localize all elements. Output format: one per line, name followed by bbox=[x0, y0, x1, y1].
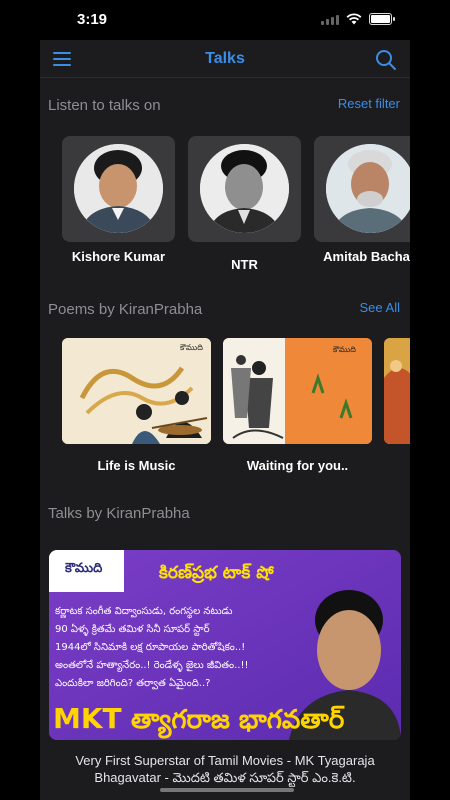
talker-card-ntr[interactable]: NTR bbox=[188, 136, 301, 273]
poem-illustration bbox=[384, 338, 410, 444]
navigation-bar: Talks bbox=[40, 40, 410, 78]
talker-name: Kishore Kumar bbox=[71, 249, 166, 264]
poem-artwork: కౌముది bbox=[62, 338, 211, 444]
talker-photo-card bbox=[314, 136, 410, 242]
poem-title: Waiting for you.. bbox=[246, 458, 349, 473]
talks-section-title: Talks by KiranPrabha bbox=[48, 505, 190, 522]
talker-name: Amitab Bachan bbox=[323, 249, 410, 264]
banner-line: 90 ఏళ్ళ క్రితమే తమిళ సినీ సూపర్ స్టార్ bbox=[55, 623, 210, 636]
featured-talk-caption[interactable]: Very First Superstar of Tamil Movies - M… bbox=[60, 752, 390, 786]
featured-talk-artwork: కౌముది కిరణ్‌ప్రభ టాక్ షో కర్ణాటక సంగీత … bbox=[49, 550, 401, 740]
home-indicator[interactable] bbox=[160, 788, 294, 792]
talker-avatar bbox=[200, 144, 289, 233]
reset-filter-button[interactable]: Reset filter bbox=[338, 96, 400, 111]
see-all-button[interactable]: See All bbox=[360, 300, 400, 315]
talker-avatar bbox=[326, 144, 410, 233]
status-bar: 3:19 bbox=[0, 0, 450, 40]
banner-show-title: కిరణ్‌ప్రభ టాక్ షో bbox=[158, 563, 275, 584]
poem-card-life-is-music[interactable]: కౌముది Life is Music bbox=[62, 338, 211, 473]
poem-card-partial[interactable] bbox=[384, 338, 410, 444]
app-screen: Talks Listen to talks on Reset filter Ki… bbox=[40, 40, 410, 800]
portrait-illustration bbox=[200, 144, 289, 233]
banner-masthead: కౌముది bbox=[64, 561, 102, 576]
page-title: Talks bbox=[205, 50, 245, 67]
talker-photo-card bbox=[62, 136, 175, 242]
talker-card-amitab-bachan[interactable]: Amitab Bachan bbox=[314, 136, 410, 265]
status-time: 3:19 bbox=[77, 11, 108, 28]
status-icons bbox=[321, 13, 395, 25]
poem-masthead: కౌముది bbox=[333, 345, 356, 354]
battery-icon bbox=[369, 13, 395, 25]
banner-name-te: త్యాగరాజ భాగవతార్ bbox=[131, 705, 345, 739]
portrait-illustration bbox=[74, 144, 163, 233]
poems-section-title: Poems by KiranPrabha bbox=[48, 301, 203, 318]
portrait-illustration bbox=[326, 144, 410, 233]
banner-line: అంతలోనే హత్యానేరం..! రెండేళ్ళ జైలు జీవిత… bbox=[55, 659, 249, 672]
cellular-signal-icon bbox=[321, 14, 339, 25]
poem-title: Life is Music bbox=[97, 458, 176, 473]
banner-line: కర్ణాటక సంగీత విద్వాంసుడు, రంగస్థల నటుడు bbox=[55, 605, 233, 619]
banner-line: 1944లో సినిమాకి లక్ష రూపాయల పారితోషికం..… bbox=[55, 641, 245, 653]
listen-section-title: Listen to talks on bbox=[48, 97, 161, 114]
poem-artwork bbox=[384, 338, 410, 444]
poem-illustration: కౌముది bbox=[223, 338, 372, 444]
poem-illustration: కౌముది bbox=[62, 338, 211, 444]
talker-photo-card bbox=[188, 136, 301, 242]
featured-talk-banner[interactable]: కౌముది కిరణ్‌ప్రభ టాక్ షో కర్ణాటక సంగీత … bbox=[49, 550, 401, 740]
talker-card-kishore-kumar[interactable]: Kishore Kumar bbox=[62, 136, 175, 265]
poem-masthead: కౌముది bbox=[180, 343, 203, 352]
banner-line: ఎందుకిలా జరిగింది? తర్వాత ఏమైంది..? bbox=[55, 677, 210, 690]
poem-artwork: కౌముది bbox=[223, 338, 372, 444]
banner-name-en: MKT bbox=[53, 702, 122, 735]
poem-card-waiting-for-you[interactable]: కౌముది Waiting for you.. bbox=[223, 338, 372, 473]
search-icon[interactable] bbox=[375, 49, 397, 71]
talker-avatar bbox=[74, 144, 163, 233]
wifi-icon bbox=[346, 13, 362, 25]
talker-name: NTR bbox=[231, 257, 258, 272]
